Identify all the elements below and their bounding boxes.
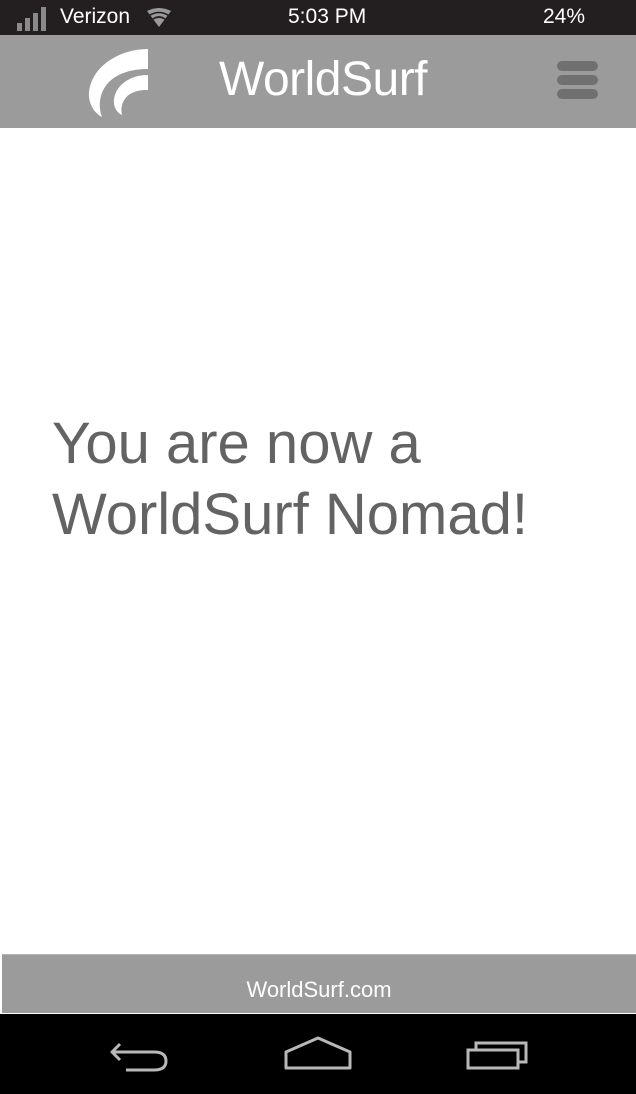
menu-button[interactable] [556, 61, 600, 103]
app-title: WorldSurf [219, 53, 428, 106]
message-line-2: WorldSurf Nomad! [52, 482, 528, 547]
footer-website-link[interactable]: WorldSurf.com [2, 977, 636, 1003]
main-content: You are now a WorldSurf Nomad! [0, 128, 636, 954]
worldsurf-logo[interactable] [86, 47, 152, 117]
footer: WorldSurf.com [2, 954, 636, 1013]
navigation-bar [0, 1014, 636, 1094]
recent-apps-icon[interactable] [464, 1032, 532, 1076]
carrier-name: Verizon [60, 5, 131, 28]
menu-bar [557, 75, 598, 85]
home-icon[interactable] [282, 1032, 354, 1076]
app-header: WorldSurf [0, 35, 636, 128]
message-line-1: You are now a [52, 411, 421, 476]
wifi-icon [147, 8, 171, 27]
menu-bar [557, 89, 598, 99]
status-bar: Verizon 5:03 PM 24% [0, 0, 636, 35]
battery-level: 24% [543, 5, 586, 28]
back-icon[interactable] [106, 1032, 172, 1076]
menu-bar [557, 61, 598, 71]
status-time: 5:03 PM [288, 5, 367, 28]
confirmation-message: You are now a WorldSurf Nomad! [52, 408, 612, 550]
signal-icon [17, 7, 46, 31]
